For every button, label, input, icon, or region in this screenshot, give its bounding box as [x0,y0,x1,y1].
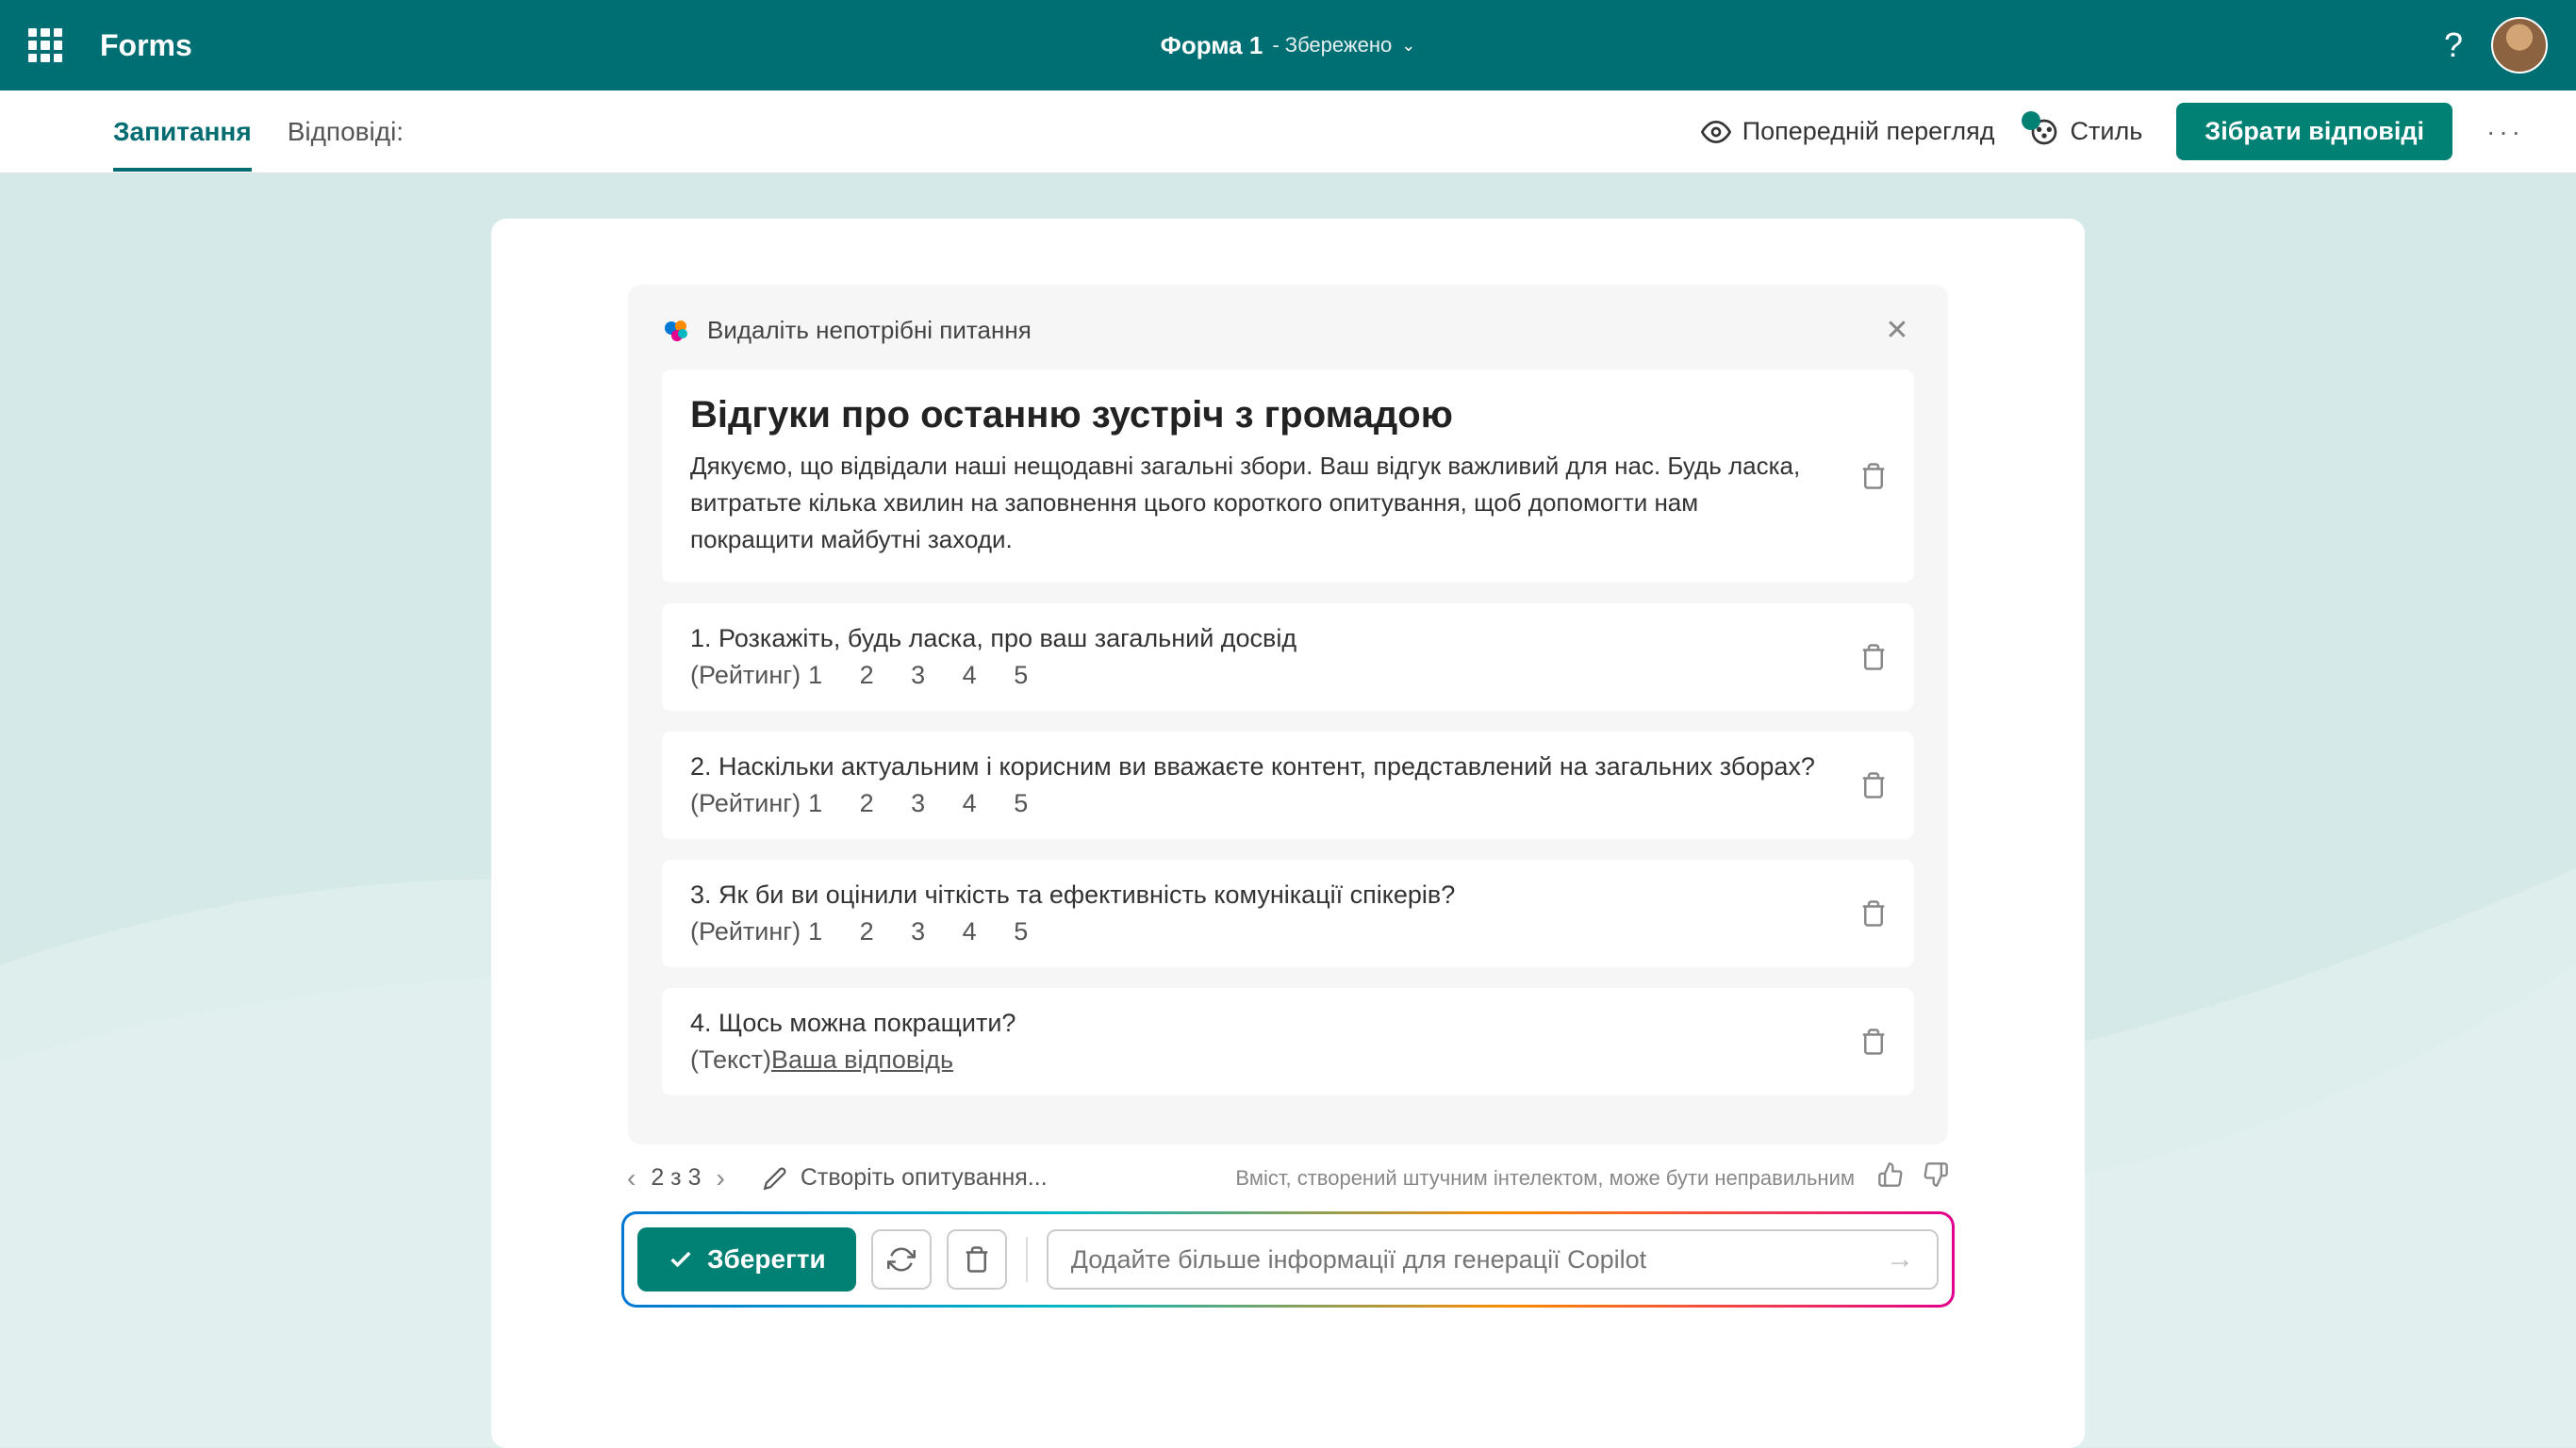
check-icon [668,1246,694,1273]
toolbar: Запитання Відповіді: Попередній перегляд… [0,90,2576,173]
tab-responses[interactable]: Відповіді: [288,92,404,172]
pencil-icon [763,1166,787,1191]
eye-icon [1701,117,1731,147]
app-header: Forms Форма 1 - Збережено ⌄ ? [0,0,2576,90]
question-meta: (Текст)Ваша відповідь [690,1045,1886,1075]
collect-responses-button[interactable]: Зібрати відповіді [2176,103,2452,160]
thumbs-down-icon[interactable] [1923,1161,1949,1194]
close-icon[interactable]: ✕ [1880,313,1914,347]
survey-title: Відгуки про останню зустріч з громадою [690,394,1886,436]
question-text: 2. Наскільки актуальним і корисним ви вв… [690,752,1886,782]
style-button[interactable]: Стиль [2029,117,2143,147]
more-icon[interactable]: ··· [2486,117,2524,147]
copilot-panel: Видаліть непотрібні питання ✕ Відгуки пр… [628,285,1948,1144]
ai-disclaimer: Вміст, створений штучним інтелектом, мож… [1235,1166,1855,1191]
chevron-down-icon: ⌄ [1401,36,1415,56]
pager: ‹ 2 з 3 › [627,1163,725,1193]
form-title-bar[interactable]: Форма 1 - Збережено ⌄ [1161,31,1416,60]
question-text: 1. Розкажіть, будь ласка, про ваш загаль… [690,624,1886,653]
survey-description: Дякуємо, що відвідали наші нещодавні заг… [690,448,1803,558]
tab-questions[interactable]: Запитання [113,92,252,172]
trash-icon[interactable] [1859,771,1888,799]
help-icon[interactable]: ? [2444,25,2463,65]
chevron-right-icon[interactable]: › [717,1163,725,1193]
thumbs-up-icon[interactable] [1877,1161,1904,1194]
trash-icon[interactable] [1859,1028,1888,1056]
question-card[interactable]: 3. Як би ви оцінили чіткість та ефективн… [662,860,1914,967]
question-text: 3. Як би ви оцінили чіткість та ефективн… [690,880,1886,910]
action-bar: Зберегти → [621,1211,1955,1308]
copilot-instruction: Видаліть непотрібні питання [707,316,1032,345]
delete-button[interactable] [947,1229,1007,1290]
saved-status: - Збережено [1272,33,1392,58]
send-icon[interactable]: → [1886,1243,1914,1275]
palette-icon [2029,117,2059,147]
copilot-input-wrapper: → [1047,1229,1939,1290]
question-meta: (Рейтинг)1 2 3 4 5 [690,661,1886,690]
page-count: 2 з 3 [651,1164,701,1192]
question-card[interactable]: 1. Розкажіть, будь ласка, про ваш загаль… [662,603,1914,711]
divider [1026,1237,1028,1282]
preview-button[interactable]: Попередній перегляд [1701,117,1995,147]
trash-icon[interactable] [1859,899,1888,928]
copilot-logo-icon [662,315,692,345]
question-text: 4. Щось можна покращити? [690,1009,1886,1038]
trash-icon[interactable] [1859,643,1888,671]
trash-icon [963,1245,991,1274]
save-button[interactable]: Зберегти [637,1227,856,1292]
pager-row: ‹ 2 з 3 › Створіть опитування... Вміст, … [538,1161,2038,1194]
refresh-icon [887,1245,916,1274]
copilot-input[interactable] [1071,1245,1886,1275]
canvas: Видаліть непотрібні питання ✕ Відгуки пр… [0,173,2576,1448]
regenerate-button[interactable] [871,1229,932,1290]
trash-icon[interactable] [1859,462,1888,490]
app-name: Forms [100,28,192,63]
question-card[interactable]: 4. Щось можна покращити? (Текст)Ваша від… [662,988,1914,1095]
waffle-icon[interactable] [28,28,62,62]
form-title: Форма 1 [1161,31,1263,60]
create-survey-button[interactable]: Створіть опитування... [763,1164,1048,1192]
avatar[interactable] [2491,17,2548,74]
form-container: Видаліть непотрібні питання ✕ Відгуки пр… [491,219,2085,1448]
form-title-card[interactable]: Відгуки про останню зустріч з громадою Д… [662,370,1914,583]
question-meta: (Рейтинг)1 2 3 4 5 [690,917,1886,946]
chevron-left-icon[interactable]: ‹ [627,1163,636,1193]
question-card[interactable]: 2. Наскільки актуальним і корисним ви вв… [662,732,1914,839]
question-meta: (Рейтинг)1 2 3 4 5 [690,789,1886,818]
